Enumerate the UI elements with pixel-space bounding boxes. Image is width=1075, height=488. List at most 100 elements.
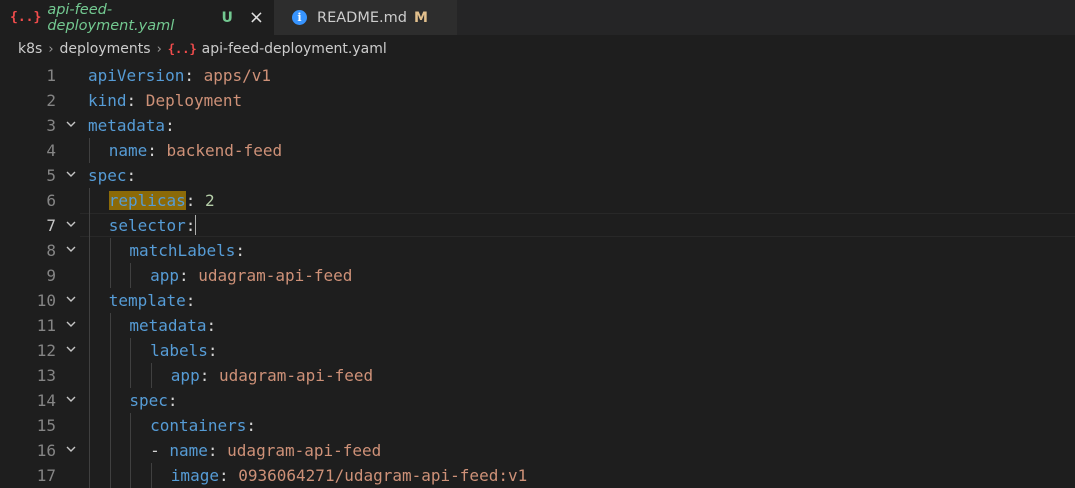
yaml-braces-icon: {..} [10, 10, 42, 25]
chevron-down-icon[interactable] [65, 338, 77, 363]
indent-guide [89, 188, 90, 213]
line-number: 13 [36, 366, 56, 385]
code-line[interactable]: 14 spec: [0, 388, 1075, 413]
chevron-down-icon[interactable] [65, 388, 77, 413]
yaml-colon: : [207, 341, 218, 360]
yaml-colon: : [185, 191, 196, 210]
code-line[interactable]: 8 matchLabels: [0, 238, 1075, 263]
line-number: 2 [46, 91, 56, 110]
yaml-key: metadata [88, 116, 166, 135]
tab-readme[interactable]: i README.md M [274, 0, 457, 35]
indent-guide [89, 413, 90, 438]
line-number: 12 [36, 341, 56, 360]
yaml-key: labels [150, 341, 208, 360]
yaml-key: app [150, 266, 179, 285]
indent-guide [130, 263, 132, 288]
code-line[interactable]: 13 app: udagram-api-feed [0, 363, 1075, 388]
chevron-down-icon[interactable] [65, 213, 77, 238]
code-line[interactable]: 1 apiVersion: apps/v1 [0, 63, 1075, 88]
yaml-colon: : [185, 216, 196, 235]
yaml-colon: : [184, 66, 194, 85]
indent-guide [89, 438, 90, 463]
breadcrumb-item-k8s[interactable]: k8s [18, 41, 42, 57]
code-text: template: [109, 288, 196, 313]
code-line[interactable]: 11 metadata: [0, 313, 1075, 338]
code-line[interactable]: 3 metadata: [0, 113, 1075, 138]
code-text: labels: [150, 338, 217, 363]
code-line[interactable]: 2 kind: Deployment [0, 88, 1075, 113]
code-line[interactable]: 4 name: backend-feed [0, 138, 1075, 163]
code-line[interactable]: 17 image: 0936064271/udagram-api-feed:v1 [0, 463, 1075, 488]
tab-status-badge: M [413, 9, 428, 26]
indent-guide [109, 463, 111, 488]
yaml-colon: : [165, 116, 175, 135]
indent-guide [89, 138, 90, 163]
indent-guide [109, 413, 111, 438]
line-number: 7 [46, 216, 56, 235]
code-line[interactable]: 10 template: [0, 288, 1075, 313]
yaml-colon: : [218, 466, 229, 485]
list-dash: - [150, 441, 170, 460]
code-text: selector: [109, 213, 197, 238]
line-number: 15 [36, 416, 56, 435]
code-line[interactable]: 6 replicas: 2 [0, 188, 1075, 213]
close-icon[interactable]: × [249, 7, 264, 28]
indent-guide [89, 263, 90, 288]
chevron-down-icon[interactable] [65, 113, 77, 138]
tab-label: README.md [317, 9, 407, 26]
indent-guide [109, 263, 111, 288]
chevron-down-icon[interactable] [65, 313, 77, 338]
chevron-down-icon[interactable] [65, 438, 77, 463]
yaml-key: image [170, 466, 219, 485]
indent-guide [109, 363, 111, 388]
indent-guide [89, 338, 90, 363]
code-text: spec: [129, 388, 177, 413]
code-line[interactable]: 15 containers: [0, 413, 1075, 438]
code-line[interactable]: 12 labels: [0, 338, 1075, 363]
chevron-down-icon[interactable] [65, 163, 77, 188]
indent-guide [89, 388, 90, 413]
yaml-key: template [108, 291, 186, 310]
code-line[interactable]: 7 selector: [0, 213, 1075, 238]
code-text: metadata: [129, 313, 216, 338]
code-line[interactable]: 9 app: udagram-api-feed [0, 263, 1075, 288]
yaml-key: matchLabels [129, 241, 236, 260]
yaml-key: kind [88, 91, 127, 110]
indent-guide [89, 238, 90, 263]
yaml-colon: : [246, 416, 257, 435]
code-text: app: udagram-api-feed [171, 363, 373, 388]
chevron-down-icon[interactable] [65, 238, 77, 263]
line-number: 6 [46, 191, 56, 210]
yaml-colon: : [235, 241, 245, 260]
indent-guide [130, 413, 132, 438]
tab-api-feed-deployment[interactable]: {..} api-feed-deployment.yaml U × [0, 0, 274, 35]
tab-label: api-feed-deployment.yaml [47, 1, 175, 34]
indent-guide [151, 363, 153, 388]
yaml-key: spec [88, 166, 127, 185]
breadcrumb-item-file[interactable]: api-feed-deployment.yaml [202, 41, 387, 57]
yaml-colon: : [199, 366, 210, 385]
indent-guide [130, 338, 132, 363]
breadcrumb-item-deployments[interactable]: deployments [60, 41, 151, 57]
indent-guide [89, 313, 90, 338]
code-line[interactable]: 16 - name: udagram-api-feed [0, 438, 1075, 463]
indent-guide [109, 338, 111, 363]
indent-guide [89, 463, 90, 488]
chevron-down-icon[interactable] [65, 288, 77, 313]
line-number: 11 [36, 316, 56, 335]
tab-bar: {..} api-feed-deployment.yaml U × i READ… [0, 0, 1075, 35]
yaml-colon: : [206, 316, 217, 335]
code-editor[interactable]: 1 apiVersion: apps/v1 2 kind: Deployment 3 me… [0, 63, 1075, 488]
yaml-colon: : [179, 266, 189, 285]
yaml-key: name [169, 441, 208, 460]
yaml-colon: : [167, 391, 178, 410]
yaml-key: containers [150, 416, 247, 435]
line-number: 1 [46, 66, 56, 85]
text-cursor [195, 215, 197, 235]
line-number: 4 [46, 141, 56, 160]
yaml-key: metadata [129, 316, 207, 335]
code-line[interactable]: 5 spec: [0, 163, 1075, 188]
breadcrumb: k8s › deployments › {..} api-feed-deploy… [0, 35, 1075, 63]
code-text: apiVersion: apps/v1 [88, 63, 271, 88]
yaml-colon: : [126, 166, 137, 185]
